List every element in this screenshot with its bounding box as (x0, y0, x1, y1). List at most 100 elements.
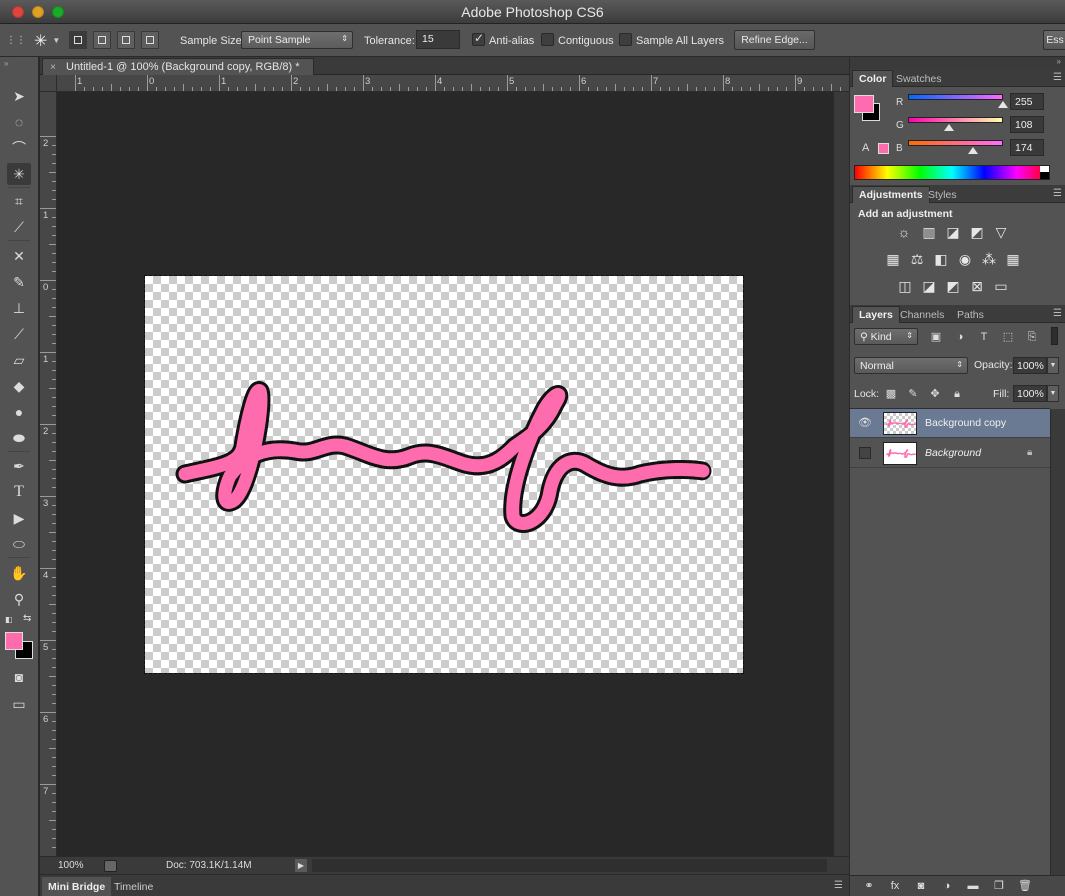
blue-slider-thumb[interactable] (968, 147, 978, 154)
subtract-from-selection-button[interactable] (117, 31, 135, 49)
new-layer-icon[interactable]: ❐ (992, 879, 1006, 893)
dodge-tool-icon[interactable]: ⬬ (7, 427, 31, 449)
blur-tool-icon[interactable]: ● (7, 401, 31, 423)
panel-menu-icon[interactable]: ☰ (1053, 72, 1062, 83)
tab-channels[interactable]: Channels (894, 306, 950, 323)
red-slider-thumb[interactable] (998, 101, 1008, 108)
tolerance-input[interactable]: 15 (416, 30, 460, 49)
vertical-ruler[interactable]: 2 1 0 1 2 3 4 5 6 7 (40, 92, 57, 856)
default-colors-icon[interactable]: ◧ (5, 615, 15, 625)
ellipse-tool-icon[interactable]: ⬭ (7, 533, 31, 555)
marquee-tool-icon[interactable]: ◌ (7, 111, 31, 133)
path-selection-tool-icon[interactable]: ▶ (7, 507, 31, 529)
color-spectrum-bar[interactable] (854, 165, 1050, 180)
new-group-icon[interactable]: ▬ (966, 879, 980, 893)
vertical-scrollbar[interactable] (833, 92, 849, 856)
lock-transparency-icon[interactable]: ▩ (884, 387, 898, 401)
green-slider[interactable] (908, 117, 1003, 123)
new-selection-button[interactable] (69, 31, 87, 49)
add-to-selection-button[interactable] (93, 31, 111, 49)
channel-mixer-icon[interactable]: ⁂ (980, 251, 998, 267)
color-lookup-icon[interactable]: ▦ (1004, 251, 1022, 267)
curves-icon[interactable]: ◪ (944, 224, 962, 240)
foreground-color-swatch[interactable] (5, 632, 23, 650)
swap-colors-icon[interactable]: ⇆ (23, 613, 31, 624)
opacity-input[interactable]: 100% (1013, 357, 1047, 374)
anti-alias-checkbox[interactable] (472, 31, 485, 46)
crop-tool-icon[interactable]: ⌗ (7, 190, 31, 212)
zoom-level[interactable]: 100% (58, 860, 84, 871)
lock-all-icon[interactable]: 🔒︎ (950, 387, 964, 401)
red-value-input[interactable]: 255 (1010, 93, 1044, 110)
quick-mask-icon[interactable]: ◙ (7, 666, 31, 688)
history-brush-tool-icon[interactable]: ⟋ (7, 323, 31, 345)
tab-styles[interactable]: Styles (922, 186, 963, 203)
tab-color[interactable]: Color (852, 70, 894, 87)
opacity-dropdown-icon[interactable]: ▼ (1047, 357, 1059, 374)
filter-toggle[interactable] (1051, 327, 1058, 345)
exposure-icon[interactable]: ◩ (968, 224, 986, 240)
eye-icon[interactable]: 👁︎ (858, 416, 872, 430)
tab-layers[interactable]: Layers (852, 306, 900, 323)
layer-filter-select[interactable]: ⚲ Kind ⇕ (854, 328, 918, 345)
filter-smart-object-icon[interactable]: ⎘ (1025, 330, 1039, 344)
close-icon[interactable]: × (46, 62, 60, 73)
layer-style-icon[interactable]: fx (888, 879, 902, 893)
panel-menu-icon[interactable]: ☰ (1053, 308, 1062, 319)
green-slider-thumb[interactable] (944, 124, 954, 131)
intersect-selection-button[interactable] (141, 31, 159, 49)
sample-all-layers-checkbox[interactable] (619, 33, 632, 46)
horizontal-scrollbar[interactable] (312, 859, 827, 872)
workspace-switcher[interactable]: Ess (1043, 30, 1065, 50)
eyedropper-tool-icon[interactable]: ⟋ (7, 216, 31, 238)
filter-adjustment-icon[interactable]: ◑ (953, 330, 967, 344)
gamut-warning-icon[interactable]: A (862, 142, 869, 154)
filter-pixel-icon[interactable]: ▣ (929, 330, 943, 344)
invert-icon[interactable]: ◫ (896, 278, 914, 294)
new-adjustment-layer-icon[interactable]: ◑ (940, 879, 954, 893)
web-safe-swatch[interactable] (878, 143, 889, 154)
selective-color-icon[interactable]: ⊠ (968, 278, 986, 294)
gradient-map-icon[interactable]: ▭ (992, 278, 1010, 294)
move-tool-icon[interactable]: ➤ (7, 85, 31, 107)
color-panel-foreground-swatch[interactable] (854, 95, 874, 113)
layer-name[interactable]: Background (925, 447, 981, 459)
paint-bucket-tool-icon[interactable]: ◆ (7, 375, 31, 397)
posterize-icon[interactable]: ◪ (920, 278, 938, 294)
levels-icon[interactable]: ▥ (920, 224, 938, 240)
layer-row[interactable]: 👁︎ Background copy (850, 409, 1050, 438)
tab-paths[interactable]: Paths (951, 306, 990, 323)
tool-preset-picker[interactable]: ⋮⋮ ✳ ▼ (6, 24, 60, 57)
panel-menu-icon[interactable]: ☰ (1053, 188, 1062, 199)
fill-dropdown-icon[interactable]: ▼ (1047, 385, 1059, 402)
layer-mask-icon[interactable]: ◙ (914, 879, 928, 893)
black-white-icon[interactable]: ◧ (932, 251, 950, 267)
collapse-toolbox-icon[interactable]: » (4, 59, 8, 68)
type-tool-icon[interactable]: T (7, 481, 31, 503)
panel-menu-icon[interactable]: ☰ (834, 880, 843, 891)
hue-saturation-icon[interactable]: ▦ (884, 251, 902, 267)
tab-adjustments[interactable]: Adjustments (852, 186, 930, 203)
contiguous-checkbox[interactable] (541, 33, 554, 46)
screen-mode-icon[interactable]: ▭ (7, 693, 31, 715)
proof-icon[interactable] (104, 860, 117, 872)
clone-stamp-tool-icon[interactable]: ⊥ (7, 297, 31, 319)
hand-tool-icon[interactable]: ✋ (7, 562, 31, 584)
tab-mini-bridge[interactable]: Mini Bridge (42, 877, 112, 896)
photo-filter-icon[interactable]: ◉ (956, 251, 974, 267)
document-tab[interactable]: × Untitled-1 @ 100% (Background copy, RG… (42, 58, 314, 75)
status-menu-arrow-icon[interactable]: ▶ (295, 859, 307, 872)
refine-edge-button[interactable]: Refine Edge... (734, 30, 815, 50)
blue-slider[interactable] (908, 140, 1003, 146)
lock-pixels-icon[interactable]: ✎ (906, 387, 920, 401)
sample-size-select[interactable]: Point Sample ⇕ (241, 31, 353, 49)
ruler-origin[interactable] (40, 75, 57, 92)
zoom-tool-icon[interactable]: ⚲ (7, 588, 31, 610)
healing-brush-tool-icon[interactable]: ✕ (7, 245, 31, 267)
brightness-contrast-icon[interactable]: ☼ (895, 224, 913, 240)
tab-swatches[interactable]: Swatches (890, 70, 948, 87)
fill-input[interactable]: 100% (1013, 385, 1047, 402)
magic-wand-tool-icon[interactable]: ✳ (7, 163, 31, 185)
threshold-icon[interactable]: ◩ (944, 278, 962, 294)
filter-shape-icon[interactable]: ⬚ (1001, 330, 1015, 344)
